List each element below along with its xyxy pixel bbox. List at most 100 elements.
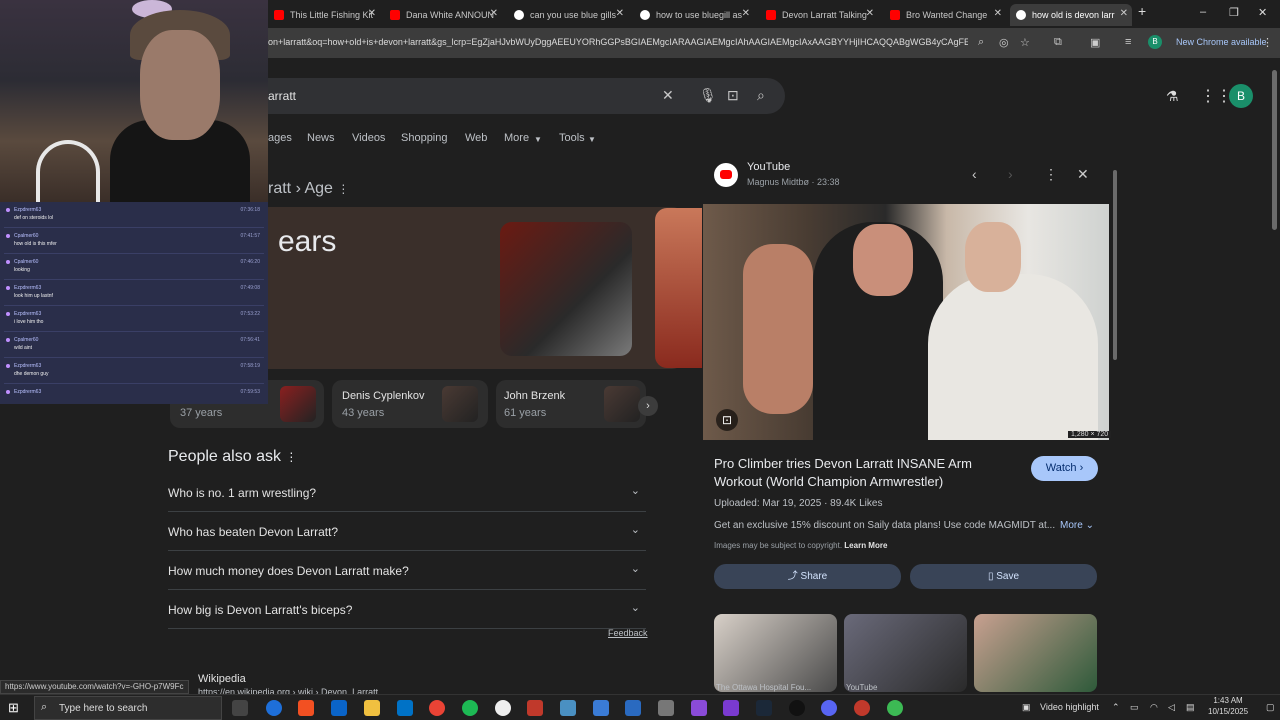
- star-icon[interactable]: ☆: [1020, 36, 1030, 49]
- volume-icon[interactable]: ◁: [1168, 702, 1175, 713]
- new-tab-button[interactable]: +: [1138, 3, 1146, 19]
- discord-icon[interactable]: [821, 700, 837, 716]
- devon-photo-2[interactable]: [655, 208, 703, 368]
- paa-question[interactable]: Who is no. 1 arm wrestling? ⌄: [168, 474, 646, 512]
- browser-tab[interactable]: can you use blue gills ✕: [508, 4, 628, 26]
- tray-expand-icon[interactable]: ⌃: [1112, 702, 1120, 713]
- watch-button[interactable]: Watch ›: [1031, 456, 1098, 481]
- related-image[interactable]: [844, 614, 967, 692]
- tab-tools[interactable]: Tools: [559, 132, 585, 144]
- edge-icon[interactable]: [266, 700, 282, 716]
- share-button[interactable]: ⤴ Share: [714, 564, 901, 589]
- input-icon[interactable]: ▤: [1186, 702, 1195, 713]
- prev-icon[interactable]: ‹: [972, 166, 977, 182]
- queue-icon[interactable]: ≡: [1125, 36, 1131, 48]
- apps-icon[interactable]: ⋮⋮: [1200, 86, 1232, 106]
- paa-question[interactable]: Who has beaten Devon Larratt? ⌄: [168, 513, 646, 551]
- close-icon[interactable]: ✕: [616, 8, 624, 19]
- extensions-icon[interactable]: ⧉: [1054, 36, 1062, 49]
- more-options-icon[interactable]: ⋮: [285, 450, 297, 464]
- paa-question[interactable]: How much money does Devon Larratt make? ⌄: [168, 552, 646, 590]
- outlook-icon[interactable]: [397, 700, 413, 716]
- feedback-link[interactable]: Feedback: [608, 628, 648, 638]
- account-avatar[interactable]: B: [1229, 84, 1253, 108]
- tab-images[interactable]: ages: [268, 132, 292, 144]
- search-icon[interactable]: ⌕: [757, 87, 765, 104]
- settings-icon[interactable]: [658, 700, 674, 716]
- browser-tab[interactable]: This Little Fishing Kit ✕: [268, 4, 380, 26]
- browser-tab[interactable]: how to use bluegill as ✕: [634, 4, 754, 26]
- side-panel-icon[interactable]: ▣: [1090, 36, 1100, 49]
- lens-icon[interactable]: ⊡: [716, 409, 738, 431]
- close-icon[interactable]: ✕: [742, 8, 750, 19]
- spotify-icon[interactable]: [462, 700, 478, 716]
- person-card[interactable]: Denis Cyplenkov 43 years: [332, 380, 488, 428]
- close-icon[interactable]: ✕: [994, 8, 1002, 19]
- mic-icon[interactable]: 🎙: [699, 87, 717, 104]
- more-options-icon[interactable]: ⋮: [1044, 166, 1058, 183]
- eye-off-icon[interactable]: ◎: [999, 36, 1009, 49]
- network-icon[interactable]: ▭: [1130, 702, 1139, 713]
- chrome-icon[interactable]: [429, 700, 445, 716]
- tab-videos[interactable]: Videos: [352, 132, 385, 144]
- next-icon[interactable]: ›: [1008, 166, 1013, 182]
- wifi-icon[interactable]: ◠: [1150, 702, 1158, 713]
- labs-icon[interactable]: ⚗: [1166, 88, 1179, 105]
- task-view-icon[interactable]: [232, 700, 248, 716]
- app-icon[interactable]: [593, 700, 609, 716]
- file-explorer-icon[interactable]: [364, 700, 380, 716]
- url-text[interactable]: on+larratt&oq=how+old+is+devon+larratt&g…: [268, 37, 968, 47]
- avatar[interactable]: B: [1148, 35, 1162, 49]
- related-image[interactable]: [974, 614, 1097, 692]
- tab-shopping[interactable]: Shopping: [401, 132, 448, 144]
- tab-more[interactable]: More: [504, 132, 529, 144]
- app-icon[interactable]: [527, 700, 543, 716]
- app-icon[interactable]: [495, 700, 511, 716]
- app-icon[interactable]: [560, 700, 576, 716]
- source-name[interactable]: YouTube: [747, 161, 790, 173]
- chevron-right-icon[interactable]: ›: [638, 396, 658, 416]
- steam-icon[interactable]: [756, 700, 772, 716]
- store-icon[interactable]: [331, 700, 347, 716]
- panel-scrollbar[interactable]: [1112, 160, 1118, 690]
- minimize-button[interactable]: –: [1200, 6, 1206, 18]
- browser-tab[interactable]: Devon Larratt Talking ✕: [760, 4, 878, 26]
- video-highlight[interactable]: Video highlight: [1040, 702, 1099, 712]
- clock[interactable]: 1:43 AM 10/15/2025: [1208, 695, 1248, 717]
- paa-question[interactable]: How big is Devon Larratt's biceps? ⌄: [168, 591, 646, 629]
- tray-icon[interactable]: ▣: [1022, 702, 1031, 713]
- person-card[interactable]: John Brzenk 61 years: [496, 380, 646, 428]
- app-icon[interactable]: [854, 700, 870, 716]
- learn-more-link[interactable]: Learn More: [844, 541, 887, 550]
- maximize-button[interactable]: ❐: [1229, 6, 1239, 19]
- windows-start-icon[interactable]: ⊞: [8, 700, 19, 716]
- page-scrollbar[interactable]: [1270, 60, 1278, 690]
- devon-photo[interactable]: [500, 222, 632, 356]
- close-icon[interactable]: ✕: [368, 8, 376, 19]
- media-icon[interactable]: [789, 700, 805, 716]
- zoom-icon[interactable]: ⌕: [978, 36, 984, 49]
- more-link[interactable]: More ⌄: [1060, 520, 1094, 531]
- taskbar-search[interactable]: ⌕ Type here to search: [34, 696, 222, 720]
- preview-image[interactable]: [703, 204, 1109, 440]
- close-icon[interactable]: ✕: [490, 8, 498, 19]
- close-window-button[interactable]: ✕: [1258, 6, 1267, 19]
- browser-tab-active[interactable]: how old is devon larr ✕: [1010, 4, 1132, 26]
- copilot-icon[interactable]: [298, 700, 314, 716]
- app-icon[interactable]: [691, 700, 707, 716]
- app-icon[interactable]: [887, 700, 903, 716]
- close-icon[interactable]: ✕: [1077, 166, 1089, 183]
- more-options-icon[interactable]: ⋮: [337, 182, 349, 196]
- video-title[interactable]: Pro Climber tries Devon Larratt INSANE A…: [714, 455, 1014, 491]
- new-chrome-badge[interactable]: New Chrome available: [1170, 34, 1273, 50]
- related-image[interactable]: [714, 614, 837, 692]
- app-icon[interactable]: [723, 700, 739, 716]
- notification-icon[interactable]: ▢: [1266, 702, 1275, 713]
- menu-icon[interactable]: ⋮: [1262, 36, 1273, 49]
- save-button[interactable]: ▯ Save: [910, 564, 1097, 589]
- close-icon[interactable]: ✕: [1120, 8, 1128, 19]
- browser-tab[interactable]: Bro Wanted Change ✕: [884, 4, 1006, 26]
- lens-icon[interactable]: ⊡: [727, 87, 739, 104]
- tab-news[interactable]: News: [307, 132, 335, 144]
- app-icon[interactable]: [625, 700, 641, 716]
